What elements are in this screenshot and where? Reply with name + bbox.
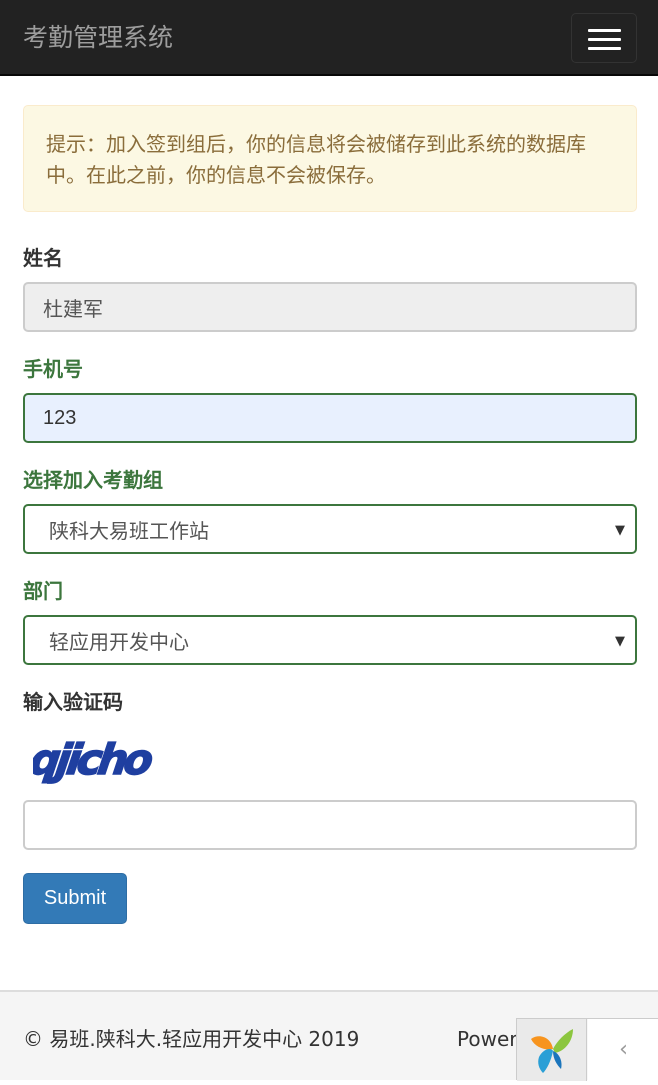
menu-bar (588, 29, 621, 32)
name-field: 杜建军 (23, 282, 637, 332)
dept-select[interactable]: 轻应用开发中心 ▼ (23, 615, 637, 665)
menu-bar (588, 38, 621, 41)
info-alert: 提示：加入签到组后，你的信息将会被储存到此系统的数据库中。在此之前，你的信息不会… (23, 105, 637, 212)
phone-value: 123 (43, 406, 77, 429)
chevron-left-icon[interactable]: ‹ (588, 1019, 658, 1081)
group-selected-value: 陕科大易班工作站 (49, 518, 209, 543)
phone-field[interactable]: 123 (23, 393, 637, 443)
copyright-text: © 易班.陕科大.轻应用开发中心 2019 (23, 1027, 360, 1051)
captcha-input[interactable] (23, 800, 637, 850)
powered-by-text: Powered by (457, 1027, 517, 1051)
yii-logo-graphic (531, 1029, 573, 1073)
debug-toolbar: ‹ (516, 1018, 658, 1081)
brand-title[interactable]: 考勤管理系统 (23, 20, 173, 56)
hamburger-menu-icon[interactable] (571, 13, 637, 63)
dept-selected-value: 轻应用开发中心 (49, 629, 189, 654)
phone-label: 手机号 (23, 357, 83, 381)
menu-bar (588, 47, 621, 50)
name-label: 姓名 (23, 246, 63, 270)
captcha-text: qjicho (33, 735, 155, 784)
captcha-image[interactable]: qjicho (33, 728, 177, 790)
dropdown-arrow-icon: ▼ (615, 634, 625, 649)
dept-label: 部门 (23, 579, 63, 603)
navbar: 考勤管理系统 (0, 0, 658, 76)
group-select[interactable]: 陕科大易班工作站 ▼ (23, 504, 637, 554)
submit-button[interactable]: Submit (23, 873, 127, 924)
captcha-label: 输入验证码 (23, 690, 123, 714)
dropdown-arrow-icon: ▼ (615, 523, 625, 538)
yii-logo-icon[interactable] (517, 1019, 587, 1081)
group-label: 选择加入考勤组 (23, 468, 163, 492)
